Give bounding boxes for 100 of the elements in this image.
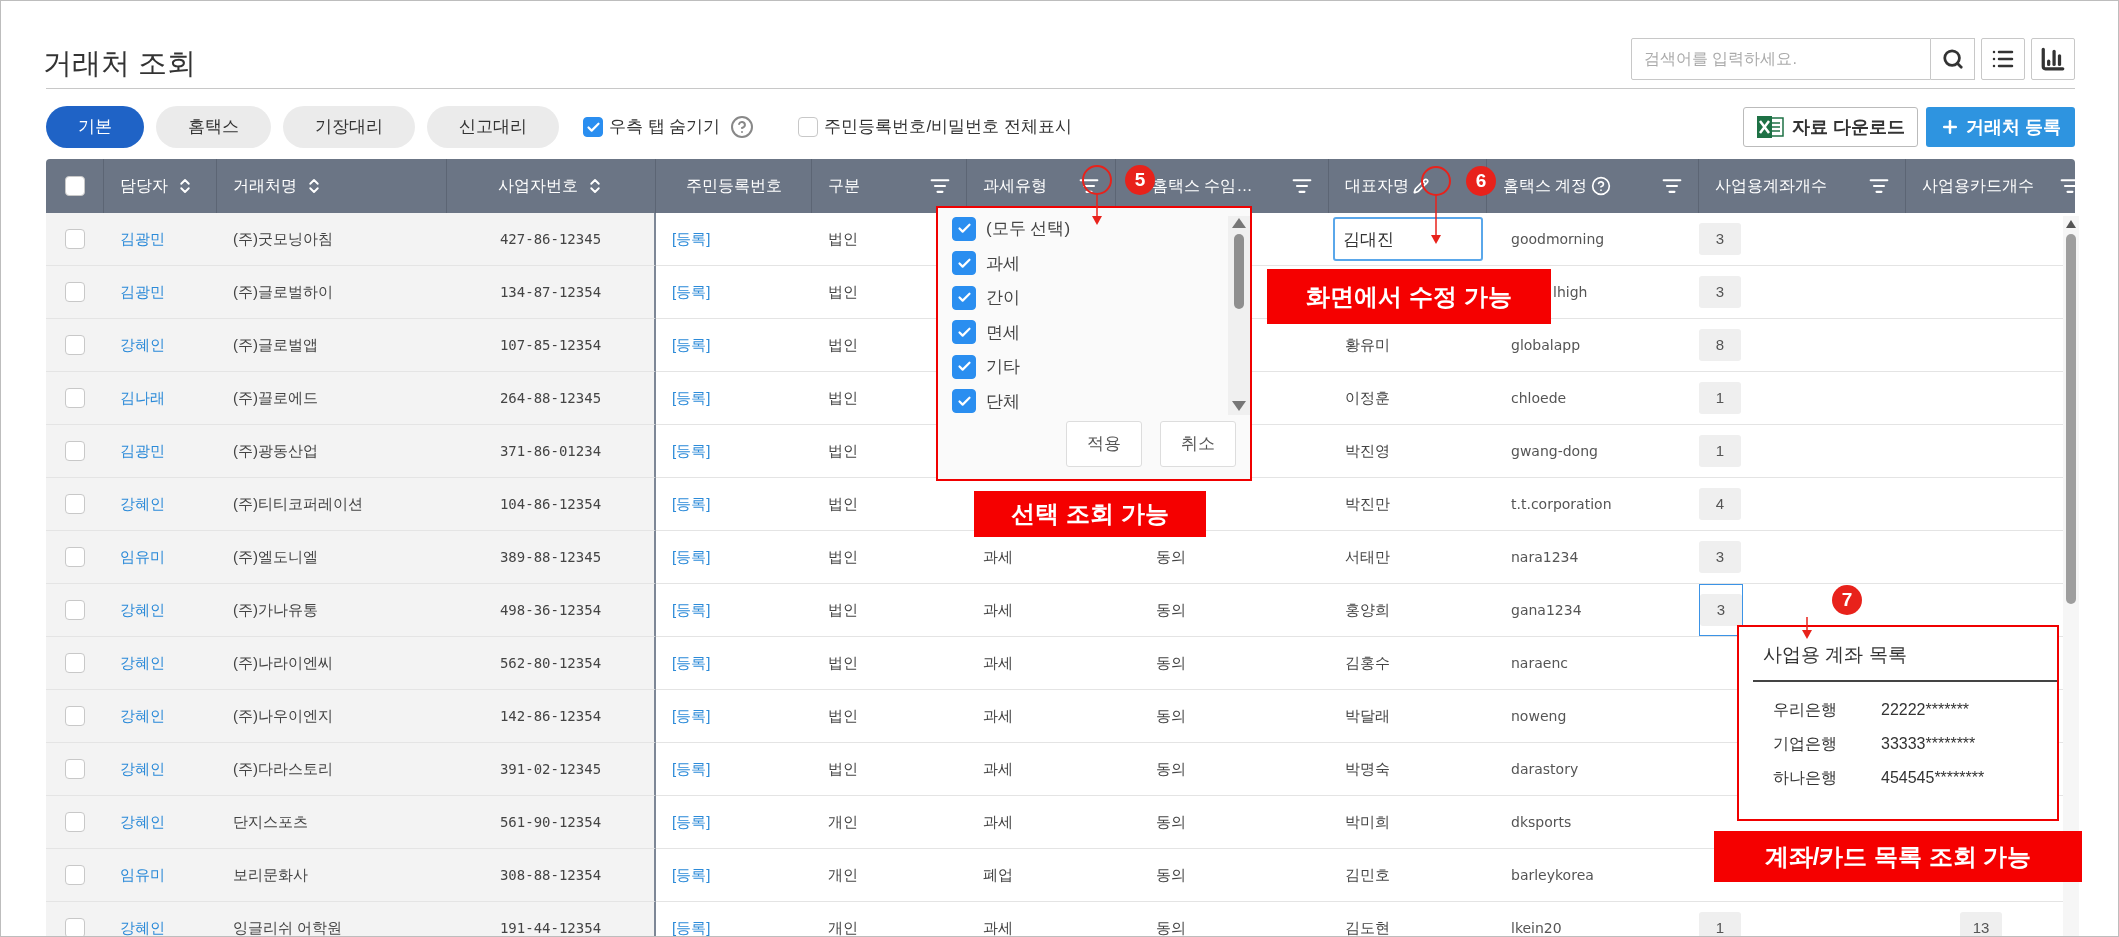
- manager-link[interactable]: 강혜인: [120, 333, 165, 357]
- count-cell[interactable]: 1: [1699, 902, 1741, 936]
- manager-link[interactable]: 강혜인: [120, 492, 165, 516]
- checkbox[interactable]: [65, 282, 85, 302]
- option-label[interactable]: 주민등록번호/비밀번호 전체표시: [824, 114, 1072, 140]
- count-cell[interactable]: 3: [1699, 531, 1741, 583]
- tab[interactable]: 홈택스: [156, 106, 271, 148]
- filter-option[interactable]: 기타: [986, 354, 1020, 380]
- checkbox[interactable]: [952, 389, 976, 414]
- name-input[interactable]: 김대진: [1333, 217, 1483, 261]
- column-header[interactable]: 사업자번호: [447, 159, 656, 213]
- count-cell[interactable]: 3: [1699, 213, 1741, 265]
- manager-link[interactable]: 강혜인: [120, 651, 165, 675]
- count-cell[interactable]: 3: [1699, 584, 1743, 636]
- checkbox[interactable]: [65, 918, 85, 936]
- pencil-icon[interactable]: [1413, 178, 1429, 194]
- filter-icon[interactable]: [1079, 176, 1099, 196]
- register-link[interactable]: [등록]: [672, 492, 711, 516]
- manager-link[interactable]: 김나래: [120, 386, 165, 410]
- checkbox[interactable]: [65, 865, 85, 885]
- manager-link[interactable]: 임유미: [120, 545, 165, 569]
- register-link[interactable]: [등록]: [672, 227, 711, 251]
- manager-link[interactable]: 강혜인: [120, 810, 165, 834]
- add-client-button[interactable]: 거래처 등록: [1926, 107, 2075, 147]
- scroll-thumb[interactable]: [1234, 234, 1244, 309]
- column-header[interactable]: 담당자: [104, 159, 217, 213]
- checkbox[interactable]: [65, 759, 85, 779]
- checkbox[interactable]: [952, 285, 976, 310]
- register-link[interactable]: [등록]: [672, 916, 711, 936]
- register-link[interactable]: [등록]: [672, 863, 711, 887]
- count-cell[interactable]: 3: [1699, 266, 1741, 318]
- filter-icon[interactable]: [2060, 176, 2075, 196]
- manager-link[interactable]: 강혜인: [120, 757, 165, 781]
- filter-option[interactable]: 과세: [986, 250, 1020, 276]
- filter-icon[interactable]: [1869, 176, 1889, 196]
- checkbox[interactable]: [65, 600, 85, 620]
- column-header[interactable]: 홈택스 계정: [1487, 159, 1699, 213]
- checkbox[interactable]: [952, 320, 976, 345]
- register-link[interactable]: [등록]: [672, 598, 711, 622]
- download-button[interactable]: 자료 다운로드: [1742, 107, 1918, 147]
- column-header[interactable]: 구분: [812, 159, 967, 213]
- checkbox[interactable]: [952, 251, 976, 276]
- checkbox[interactable]: [65, 812, 85, 832]
- chart-view-button[interactable]: [2031, 38, 2075, 80]
- option-label[interactable]: 우측 탭 숨기기: [609, 114, 721, 140]
- register-link[interactable]: [등록]: [672, 757, 711, 781]
- manager-link[interactable]: 강혜인: [120, 704, 165, 728]
- checkbox[interactable]: [65, 706, 85, 726]
- filter-option[interactable]: 간이: [986, 285, 1020, 311]
- checkbox[interactable]: [64, 176, 85, 196]
- register-link[interactable]: [등록]: [672, 386, 711, 410]
- column-header[interactable]: 사업용카드개수: [1906, 159, 2075, 213]
- tab[interactable]: 기본: [46, 106, 144, 148]
- scroll-thumb[interactable]: [2066, 234, 2076, 604]
- register-link[interactable]: [등록]: [672, 280, 711, 304]
- column-header[interactable]: 주민등록번호: [656, 159, 812, 213]
- checkbox[interactable]: [65, 335, 85, 355]
- register-link[interactable]: [등록]: [672, 439, 711, 463]
- search-button[interactable]: [1931, 38, 1975, 80]
- checkbox[interactable]: [65, 653, 85, 673]
- search-field[interactable]: 검색어를 입력하세요.: [1631, 38, 1931, 80]
- manager-link[interactable]: 김광민: [120, 280, 165, 304]
- help-icon[interactable]: [730, 115, 755, 139]
- register-link[interactable]: [등록]: [672, 810, 711, 834]
- checkbox[interactable]: [65, 441, 85, 461]
- register-link[interactable]: [등록]: [672, 704, 711, 728]
- count-cell[interactable]: 8: [1699, 319, 1741, 371]
- tab[interactable]: 신고대리: [427, 106, 559, 148]
- count-cell[interactable]: 1: [1699, 425, 1741, 477]
- filter-option[interactable]: (모두 선택): [986, 216, 1071, 242]
- tab[interactable]: 기장대리: [283, 106, 415, 148]
- manager-link[interactable]: 김광민: [120, 227, 165, 251]
- register-link[interactable]: [등록]: [672, 651, 711, 675]
- scroll-down-icon[interactable]: [1232, 401, 1246, 411]
- register-link[interactable]: [등록]: [672, 545, 711, 569]
- checkbox[interactable]: [798, 117, 819, 137]
- filter-icon[interactable]: [1662, 176, 1682, 196]
- checkbox[interactable]: [65, 494, 85, 514]
- checkbox[interactable]: [65, 388, 85, 408]
- filter-option[interactable]: 면세: [986, 319, 1020, 345]
- count-cell[interactable]: 4: [1699, 478, 1741, 530]
- register-link[interactable]: [등록]: [672, 333, 711, 357]
- dropdown-button[interactable]: 취소: [1160, 421, 1236, 467]
- filter-icon[interactable]: [1292, 176, 1312, 196]
- scroll-up-icon[interactable]: [2066, 220, 2076, 228]
- column-header[interactable]: 거래처명: [217, 159, 447, 213]
- checkbox[interactable]: [952, 216, 976, 241]
- manager-link[interactable]: 김광민: [120, 439, 165, 463]
- count-cell[interactable]: 1: [1699, 372, 1741, 424]
- dropdown-button[interactable]: 적용: [1066, 421, 1142, 467]
- manager-link[interactable]: 임유미: [120, 863, 165, 887]
- column-header[interactable]: 사업용계좌개수: [1699, 159, 1906, 213]
- checkbox[interactable]: [583, 117, 603, 137]
- checkbox[interactable]: [952, 354, 976, 379]
- count-cell[interactable]: 13: [1906, 902, 2056, 936]
- checkbox[interactable]: [65, 229, 85, 249]
- checkbox[interactable]: [65, 547, 85, 567]
- list-view-button[interactable]: [1981, 38, 2025, 80]
- filter-icon[interactable]: [930, 176, 950, 196]
- manager-link[interactable]: 강혜인: [120, 598, 165, 622]
